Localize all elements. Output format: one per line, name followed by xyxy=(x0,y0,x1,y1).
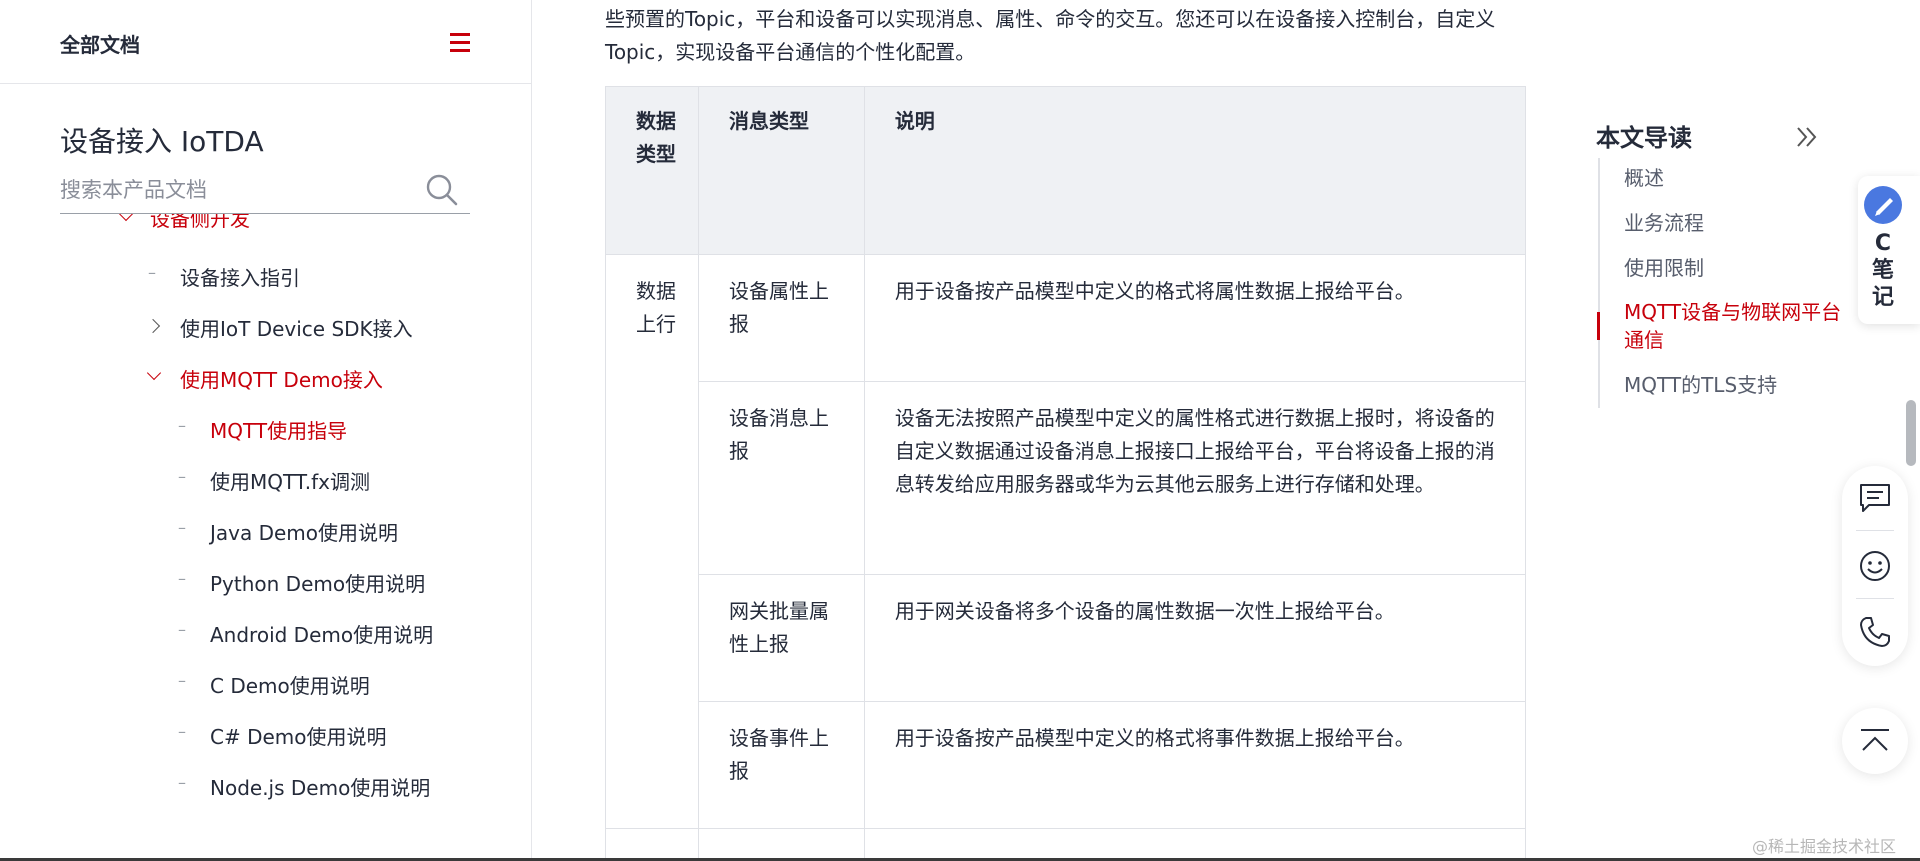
header-message-type: 消息类型 xyxy=(697,86,865,255)
double-chevron-right-icon[interactable] xyxy=(1792,122,1822,152)
search-box xyxy=(60,170,470,214)
message-type-cell: 网关批量属性上报 xyxy=(697,574,865,702)
description-cell: 用于网关设备将多个设备的属性数据一次性上报给平台。 xyxy=(863,574,1527,702)
description-cell: 设备无法按照产品模型中定义的属性格式进行数据上报时，将设备的自定义数据通过设备消… xyxy=(863,381,1527,575)
message-type-cell: 设备消息上报 xyxy=(697,381,865,575)
search-icon[interactable] xyxy=(424,172,460,208)
message-type-cell: 设备事件上报 xyxy=(697,701,865,829)
toc-item-tls[interactable]: MQTT的TLS支持 xyxy=(1624,371,1777,399)
doc-tree: 设备侧开发 – 设备接入指引 使用IoT Device SDK接入 使用MQTT… xyxy=(0,214,531,861)
table-row: 设备消息上报 设备无法按照产品模型中定义的属性格式进行数据上报时，将设备的自定义… xyxy=(606,381,1527,575)
chevron-right-icon xyxy=(145,318,161,334)
table-row: 数据上行 设备属性上报 用于设备按产品模型中定义的格式将属性数据上报给平台。 xyxy=(605,254,1527,829)
back-to-top-button[interactable] xyxy=(1842,708,1908,774)
product-title: 设备接入 IoTDA xyxy=(60,125,264,158)
topic-table: 数据类型 消息类型 说明 数据上行 设备属性上报 用于设备按产品模型中定义的格式… xyxy=(605,86,1527,861)
toc-active-marker xyxy=(1597,312,1600,340)
toc-item-overview[interactable]: 概述 xyxy=(1624,164,1664,192)
menu-icon[interactable] xyxy=(448,30,472,54)
back-to-top-icon xyxy=(1858,726,1892,760)
note-label: C笔记 xyxy=(1871,231,1894,310)
toc-item-flow[interactable]: 业务流程 xyxy=(1624,209,1704,237)
message-type-cell: 设备属性上报 xyxy=(697,254,865,382)
watermark: @稀土掘金技术社区 xyxy=(1752,837,1897,856)
chevron-down-icon xyxy=(118,214,134,222)
description-cell: 用于设备按产品模型中定义的格式将属性数据上报给平台。 xyxy=(863,254,1527,382)
header-description: 说明 xyxy=(863,86,1527,255)
chevron-down-icon xyxy=(146,365,162,381)
sidebar-header: 全部文档 xyxy=(0,0,531,84)
note-icon xyxy=(1864,186,1902,224)
left-sidebar: 全部文档 设备接入 IoTDA 设备侧开发 – 设备接入指引 使用IoT Dev… xyxy=(0,0,532,861)
toc-track xyxy=(1598,158,1600,408)
phone-icon[interactable] xyxy=(1857,614,1893,650)
table-header-row: 数据类型 消息类型 说明 xyxy=(605,86,1527,255)
intro-paragraph: 些预置的Topic，平台和设备可以实现消息、属性、命令的交互。您还可以在设备接入… xyxy=(605,7,1496,64)
smile-icon[interactable] xyxy=(1857,548,1893,584)
table-row: 网关批量属性上报 用于网关设备将多个设备的属性数据一次性上报给平台。 xyxy=(606,574,1527,702)
note-widget[interactable]: C笔记 xyxy=(1858,176,1920,324)
table-row xyxy=(605,828,1527,861)
feedback-icon[interactable] xyxy=(1857,480,1893,516)
tool-panel xyxy=(1842,466,1908,666)
table-row: 设备事件上报 用于设备按产品模型中定义的格式将事件数据上报给平台。 xyxy=(606,701,1527,829)
page-scrollbar-thumb[interactable] xyxy=(1906,400,1916,466)
toc-title: 本文导读 xyxy=(1596,124,1692,152)
search-input[interactable] xyxy=(60,170,410,210)
header-data-type: 数据类型 xyxy=(605,86,699,255)
main-content: 些预置的Topic，平台和设备可以实现消息、属性、命令的交互。您还可以在设备接入… xyxy=(533,0,1533,861)
all-docs-label[interactable]: 全部文档 xyxy=(60,29,140,58)
toc-item-mqtt-comm[interactable]: MQTT设备与物联网平台通信 xyxy=(1624,298,1854,354)
description-cell: 用于设备按产品模型中定义的格式将事件数据上报给平台。 xyxy=(863,701,1527,829)
group-cell: 数据上行 xyxy=(605,254,699,829)
toc-item-limits[interactable]: 使用限制 xyxy=(1624,254,1704,282)
